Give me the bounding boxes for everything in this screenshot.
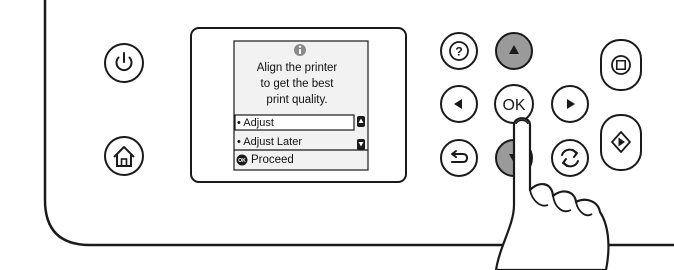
proceed-label: Proceed bbox=[251, 154, 294, 166]
svg-text:?: ? bbox=[455, 45, 462, 59]
refresh-button[interactable] bbox=[551, 139, 589, 177]
left-button[interactable] bbox=[440, 85, 478, 123]
power-button-hit[interactable] bbox=[105, 44, 143, 82]
printer-control-panel: OK ? OK bbox=[43, 0, 674, 270]
ok-button[interactable]: OK bbox=[494, 84, 534, 124]
ok-button-label: OK bbox=[502, 97, 525, 114]
help-button[interactable]: ? bbox=[440, 32, 478, 70]
up-button[interactable] bbox=[495, 32, 533, 70]
screen-message-line-1: Align the printer bbox=[256, 62, 338, 74]
right-button[interactable] bbox=[551, 85, 589, 123]
ok-badge-text: OK bbox=[238, 158, 246, 164]
start-button[interactable] bbox=[600, 114, 642, 171]
menu-option-adjust[interactable]: • Adjust bbox=[237, 116, 274, 130]
menu-option-adjust-later[interactable]: • Adjust Later bbox=[237, 135, 302, 149]
stop-button[interactable] bbox=[600, 39, 642, 91]
info-icon bbox=[294, 44, 306, 56]
back-button[interactable] bbox=[440, 139, 478, 177]
screen-message-line-3: print quality. bbox=[266, 94, 328, 106]
home-button-hit[interactable] bbox=[105, 137, 143, 175]
screen-message-line-2: to get the best bbox=[260, 78, 334, 90]
